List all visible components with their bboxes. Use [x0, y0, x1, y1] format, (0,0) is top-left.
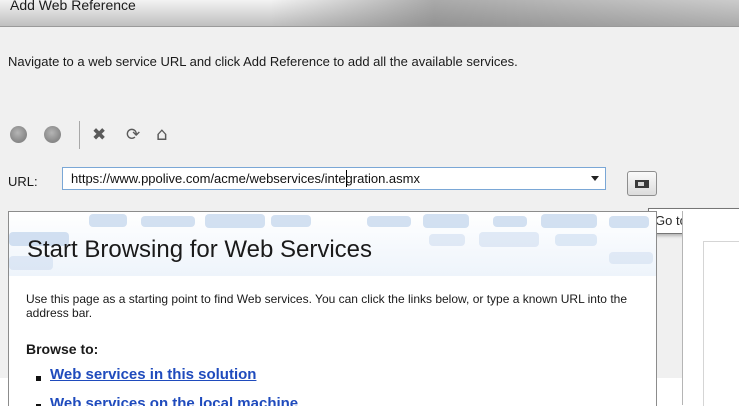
go-button[interactable]	[627, 171, 657, 196]
url-input[interactable]	[63, 168, 586, 189]
url-label: URL:	[8, 174, 38, 189]
browse-to-heading: Browse to:	[26, 341, 99, 357]
toolbar-separator	[79, 121, 80, 149]
web-browser-panel: Start Browsing for Web Services Use this…	[8, 211, 657, 406]
banner-tile	[609, 216, 649, 228]
chevron-down-icon[interactable]	[591, 176, 599, 181]
link-web-services-local-machine[interactable]: Web services on the local machine	[50, 395, 298, 406]
banner-tile	[141, 216, 195, 227]
forward-icon[interactable]	[44, 126, 61, 143]
right-info-panel-inner	[703, 241, 739, 406]
home-icon[interactable]: ⌂	[156, 123, 167, 147]
text-caret	[346, 170, 347, 187]
banner-tile	[423, 214, 469, 228]
url-combobox[interactable]	[62, 167, 606, 190]
banner-tile	[609, 252, 653, 264]
refresh-icon[interactable]: ⟳	[126, 123, 140, 147]
page-heading: Start Browsing for Web Services	[27, 236, 373, 263]
title-bar: Add Web Reference	[0, 0, 739, 27]
stop-icon[interactable]: ✖	[92, 123, 106, 147]
banner-tile	[367, 216, 411, 227]
page-description: Use this page as a starting point to fin…	[26, 292, 627, 320]
banner-tile	[493, 216, 527, 227]
banner-tile	[429, 234, 465, 246]
banner-tile	[89, 214, 127, 227]
back-icon[interactable]	[10, 126, 27, 143]
instruction-text: Navigate to a web service URL and click …	[8, 54, 518, 69]
right-info-panel	[682, 211, 739, 406]
banner-tile	[205, 214, 265, 228]
go-arrow-icon	[635, 180, 649, 188]
dialog-body: Navigate to a web service URL and click …	[0, 27, 739, 406]
window-title: Add Web Reference	[10, 0, 136, 13]
title-bar-shade	[270, 0, 739, 26]
list-bullet	[36, 376, 41, 381]
link-web-services-solution[interactable]: Web services in this solution	[50, 366, 256, 383]
url-label-text: URL:	[8, 174, 38, 189]
banner-tile	[555, 234, 597, 246]
browser-banner: Start Browsing for Web Services	[9, 212, 656, 276]
banner-tile	[479, 232, 539, 247]
banner-tile	[271, 215, 311, 227]
banner-tile	[541, 214, 597, 228]
